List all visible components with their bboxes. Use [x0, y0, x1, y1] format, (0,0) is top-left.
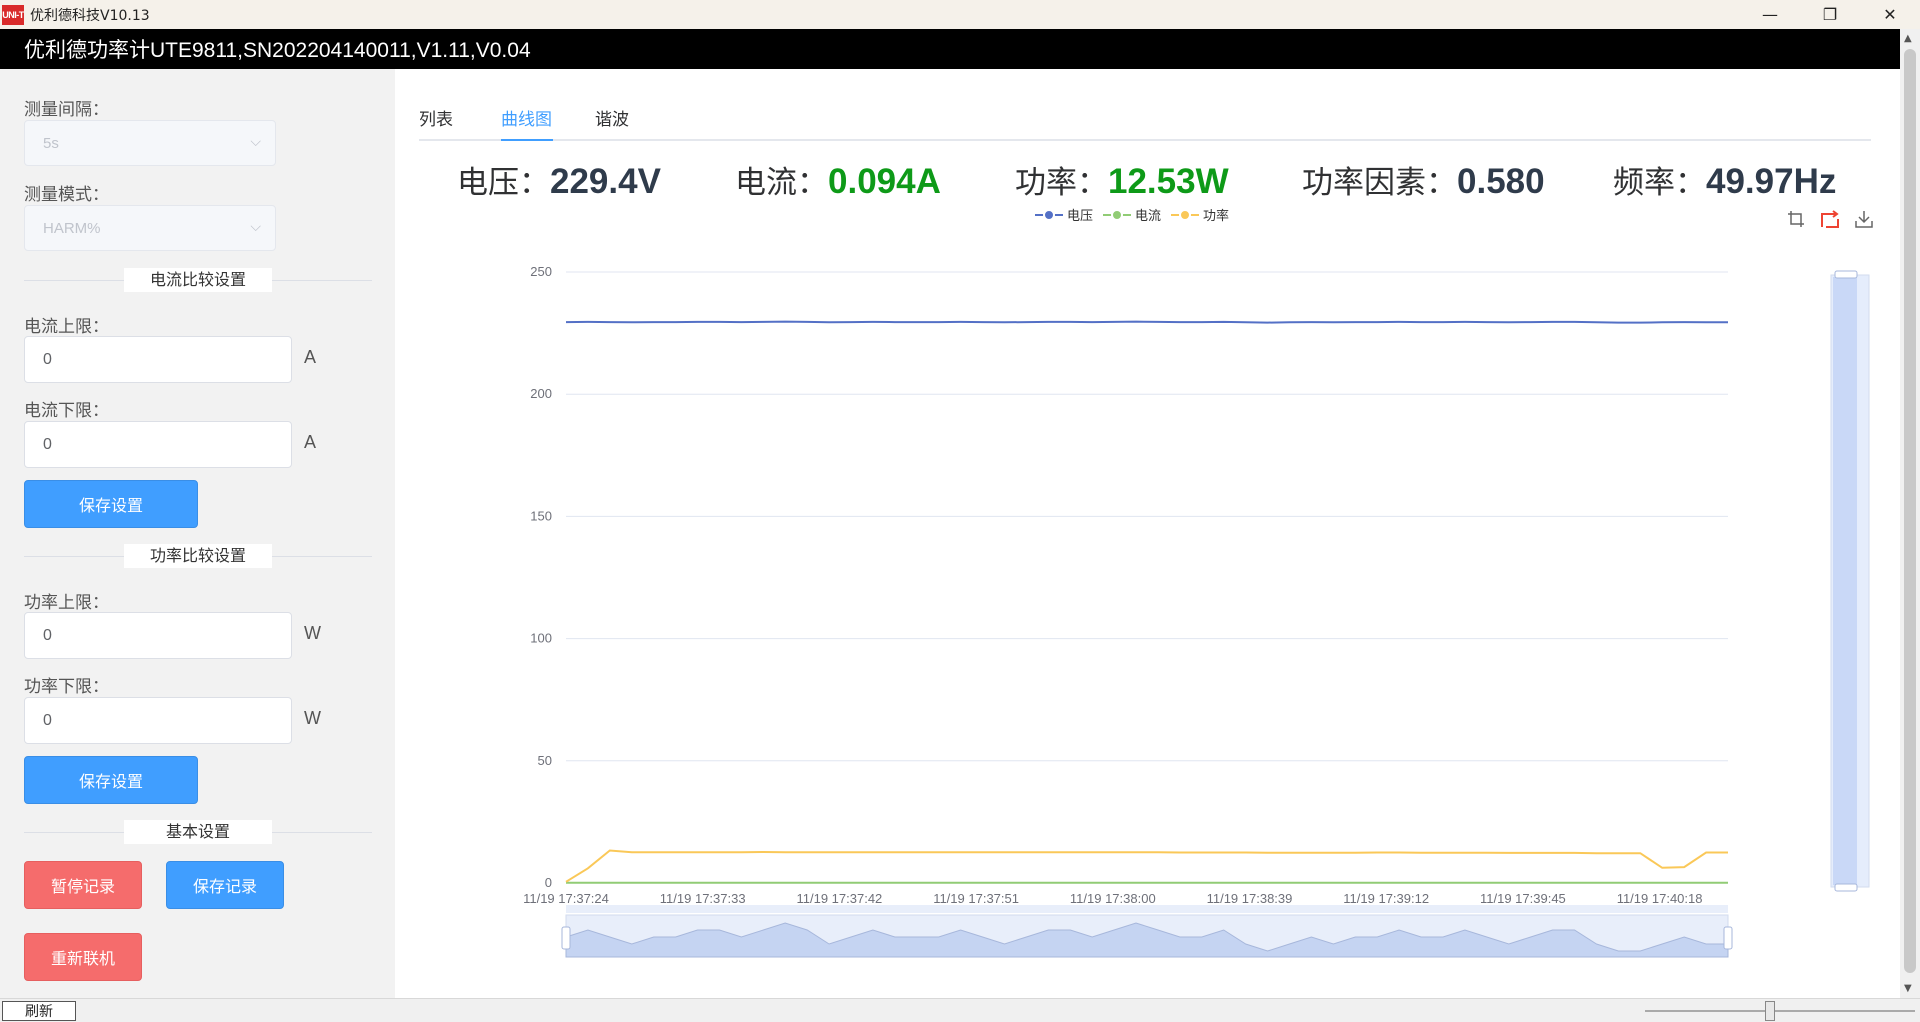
vertical-scrollbar[interactable]: ▲ ▼ — [1900, 29, 1920, 998]
interval-value: 5s — [43, 134, 59, 152]
power-upper-input[interactable]: 0 — [24, 612, 292, 659]
x-tick-label: 11/19 17:37:33 — [660, 891, 746, 906]
datazoom-move-bar — [566, 905, 1728, 913]
vertical-datazoom-top-handle — [1834, 270, 1858, 279]
zoom-slider-track[interactable] — [1645, 1010, 1915, 1012]
reconnect-button[interactable]: 重新联机 — [24, 933, 142, 981]
series-line-0 — [565, 320, 1728, 324]
mode-value: HARM% — [43, 219, 101, 237]
current-lower-input[interactable]: 0 — [24, 421, 292, 468]
window-titlebar: UNI-T 优利德科技V10.13 — ❐ ✕ — [0, 0, 1920, 29]
power-lower-label: 功率下限： — [24, 677, 109, 697]
mode-label: 测量模式： — [24, 185, 109, 205]
current-upper-unit: A — [304, 347, 317, 367]
main-panel: 列表 曲线图 谐波 电压：229.4V 电流：0.094A 功率：12.53W … — [395, 69, 1900, 998]
y-tick-label: 150 — [530, 508, 552, 523]
maximize-icon[interactable]: ❐ — [1800, 0, 1860, 29]
datazoom-right-handle — [1723, 926, 1733, 950]
basic-settings-section-title: 基本设置 — [124, 820, 272, 844]
status-bar: 刷新 — [0, 998, 1920, 1022]
interval-label: 测量间隔： — [24, 100, 109, 120]
x-tick-label: 11/19 17:37:24 — [523, 891, 609, 906]
x-tick-label: 11/19 17:39:45 — [1480, 891, 1566, 906]
current-upper-input[interactable]: 0 — [24, 336, 292, 383]
datazoom-left-handle — [561, 926, 571, 950]
power-lower-input[interactable]: 0 — [24, 697, 292, 744]
device-header: 优利德功率计UTE9811,SN202204140011,V1.11,V0.04 — [0, 29, 1900, 69]
scroll-up-icon[interactable]: ▲ — [1904, 33, 1912, 44]
window-controls: — ❐ ✕ — [1740, 0, 1920, 29]
current-compare-section-title: 电流比较设置 — [124, 268, 272, 292]
refresh-button[interactable]: 刷新 — [2, 1001, 76, 1021]
save-current-settings-button[interactable]: 保存设置 — [24, 480, 198, 528]
y-tick-label: 100 — [530, 631, 552, 646]
x-tick-label: 11/19 17:37:42 — [797, 891, 883, 906]
window-title: 优利德科技V10.13 — [30, 7, 150, 24]
vertical-datazoom-fill — [1833, 277, 1857, 885]
current-upper-label: 电流上限： — [24, 317, 109, 337]
y-tick-label: 0 — [545, 875, 552, 890]
mode-select[interactable]: HARM% ⌵ — [24, 205, 276, 251]
close-icon[interactable]: ✕ — [1860, 0, 1920, 29]
power-upper-label: 功率上限： — [24, 593, 109, 613]
scrollbar-thumb[interactable] — [1904, 49, 1916, 973]
scroll-down-icon[interactable]: ▼ — [1904, 983, 1912, 994]
x-tick-label: 11/19 17:38:39 — [1207, 891, 1293, 906]
power-compare-section-title: 功率比较设置 — [124, 544, 272, 568]
current-lower-unit: A — [304, 432, 317, 452]
x-tick-label: 11/19 17:37:51 — [933, 891, 1019, 906]
x-tick-label: 11/19 17:39:12 — [1343, 891, 1429, 906]
app-logo: UNI-T — [2, 4, 24, 25]
y-tick-label: 200 — [530, 386, 552, 401]
save-power-settings-button[interactable]: 保存设置 — [24, 756, 198, 804]
current-lower-label: 电流下限： — [24, 401, 109, 421]
vertical-datazoom-bottom-handle — [1834, 883, 1858, 892]
zoom-slider-thumb[interactable] — [1765, 1001, 1775, 1021]
settings-sidebar: 测量间隔： 5s ⌵ 测量模式： HARM% ⌵ 电流比较设置 电流上限： 0 … — [0, 69, 395, 998]
x-tick-label: 11/19 17:38:00 — [1070, 891, 1156, 906]
y-tick-label: 50 — [538, 753, 552, 768]
minimize-icon[interactable]: — — [1740, 0, 1800, 29]
y-tick-label: 250 — [530, 264, 552, 279]
chevron-down-icon: ⌵ — [250, 133, 261, 149]
chevron-down-icon: ⌵ — [250, 218, 261, 234]
series-line-2 — [565, 849, 1728, 883]
line-chart: 0 50 100 150 200 250 11/19 17:37:24 11/19 17:37… — [523, 264, 1870, 958]
pause-record-button[interactable]: 暂停记录 — [24, 861, 142, 909]
power-upper-unit: W — [304, 623, 321, 643]
x-tick-label: 11/19 17:40:18 — [1617, 891, 1703, 906]
save-record-button[interactable]: 保存记录 — [166, 861, 284, 909]
power-lower-unit: W — [304, 708, 321, 728]
interval-select[interactable]: 5s ⌵ — [24, 120, 276, 166]
